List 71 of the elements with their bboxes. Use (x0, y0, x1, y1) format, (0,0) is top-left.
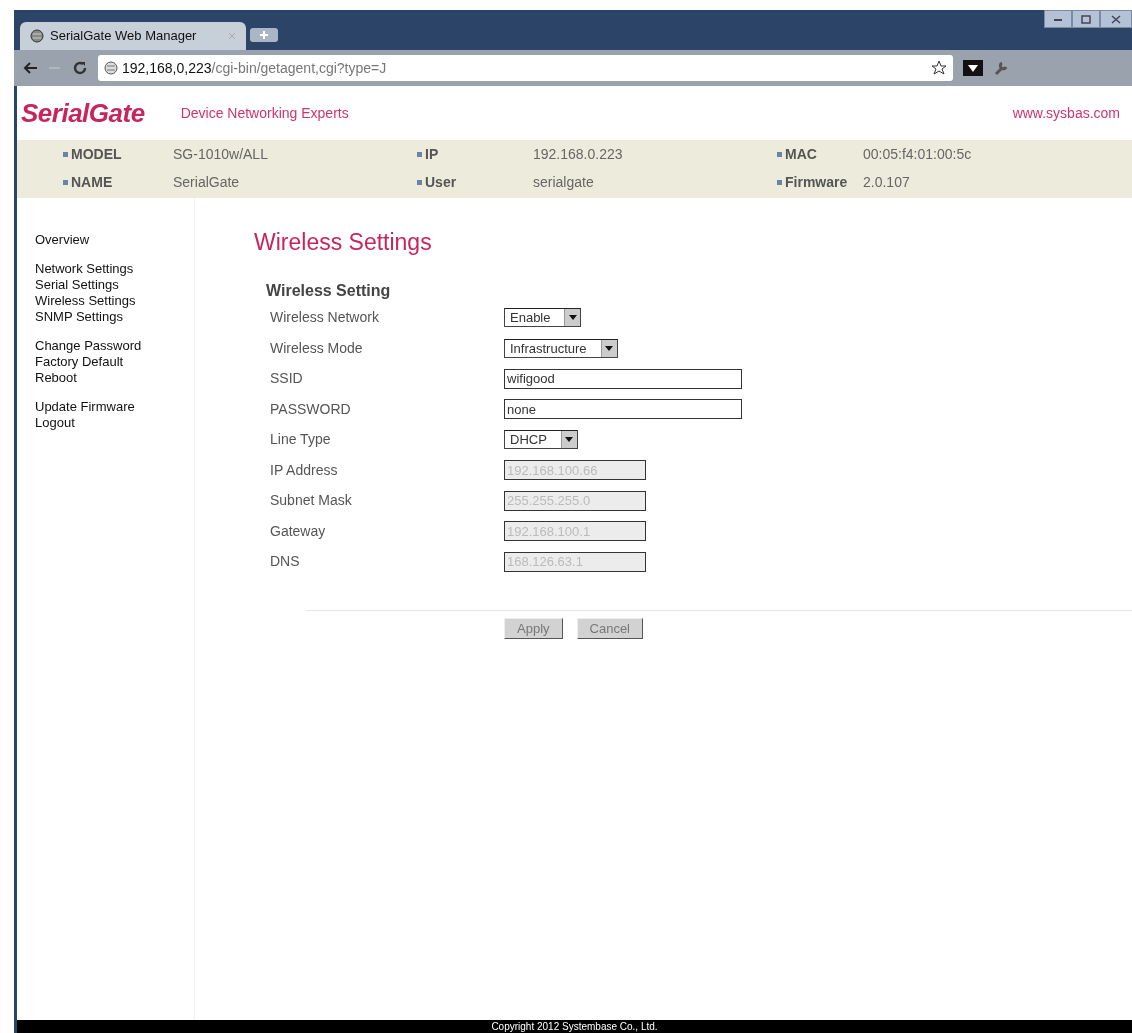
info-label: NAME (71, 172, 113, 192)
input-field[interactable]: none (504, 399, 742, 420)
globe-icon (30, 29, 44, 43)
close-icon (1111, 14, 1121, 24)
bullet-icon (417, 151, 422, 157)
sidebar-link[interactable]: Overview (35, 232, 194, 248)
star-icon[interactable] (931, 60, 947, 76)
tab-title: SerialGate Web Manager (50, 27, 197, 46)
field-label: SSID (270, 369, 304, 389)
info-value: SG-1010w/ALL (173, 144, 269, 164)
section-title: Wireless Setting (266, 280, 392, 301)
field-label: Wireless Mode (270, 338, 364, 358)
bullet-icon (417, 179, 422, 185)
sidebar-link[interactable]: Network Settings (35, 261, 194, 277)
info-label: MAC (785, 144, 817, 164)
sidebar-link[interactable]: Reboot (35, 370, 194, 386)
caret-icon (565, 437, 574, 443)
address-bar[interactable]: 192,168,0,223/cgi-bin/getagent,cgi?type=J (98, 55, 953, 81)
wrench-icon[interactable] (993, 60, 1009, 76)
dropdown[interactable]: Enable (504, 308, 582, 328)
info-value: SerialGate (173, 172, 241, 192)
input-field[interactable]: wifigood (504, 368, 742, 389)
field-label: Gateway (270, 521, 327, 541)
extension-icon[interactable] (963, 60, 983, 76)
maximize-button[interactable] (1072, 10, 1100, 28)
bullet-icon (777, 179, 782, 185)
site-link[interactable]: www.sysbas.com (1012, 102, 1120, 124)
minimize-icon (1053, 16, 1063, 22)
dropdown[interactable]: DHCP (504, 430, 578, 450)
back-icon[interactable] (22, 61, 38, 75)
url-host: 192,168,0,223 (122, 58, 212, 78)
sidebar-link[interactable]: Update Firmware (35, 399, 194, 415)
plus-icon (259, 30, 269, 40)
bullet-icon (63, 151, 68, 157)
field-label: Wireless Network (270, 308, 380, 328)
url-path: /cgi-bin/getagent,cgi?type=J (211, 58, 387, 78)
sidebar-link[interactable]: Serial Settings (35, 277, 194, 293)
close-button[interactable] (1100, 10, 1132, 28)
globe-icon (104, 61, 118, 75)
tagline: Device Networking Experts (180, 103, 349, 123)
info-value: serialgate (533, 172, 595, 192)
field-label: PASSWORD (270, 399, 352, 419)
info-value: 00:05:f4:01:00:5c (863, 144, 973, 164)
field-label: Line Type (270, 430, 332, 450)
new-tab-button[interactable] (250, 28, 278, 42)
page-title: Wireless Settings (254, 228, 433, 257)
caret-icon (605, 345, 614, 351)
field-label: DNS (270, 552, 301, 572)
info-label: MODEL (71, 144, 122, 164)
minimize-button[interactable] (1044, 10, 1072, 28)
info-value: 2.0.107 (863, 172, 911, 192)
sidebar-link[interactable]: SNMP Settings (35, 309, 194, 325)
dropdown[interactable]: Infrastructure (504, 338, 618, 358)
copyright-text: Copyright 2012 Systembase Co., Ltd. (491, 1021, 658, 1032)
field-label: IP Address (270, 460, 339, 480)
sidebar-link[interactable]: Logout (35, 415, 194, 431)
logo: SerialGate (21, 96, 145, 130)
info-label: IP (425, 144, 439, 164)
browser-tab[interactable]: SerialGate Web Manager (20, 22, 246, 50)
info-label: Firmware (785, 172, 848, 192)
bullet-icon (63, 179, 68, 185)
sidebar-link[interactable]: Factory Default (35, 354, 194, 370)
maximize-icon (1081, 14, 1091, 24)
sidebar-link[interactable]: Change Password (35, 338, 194, 354)
field-label: Subnet Mask (270, 491, 353, 511)
bullet-icon (777, 151, 782, 157)
info-label: User (425, 172, 457, 192)
reload-icon[interactable] (72, 60, 88, 76)
caret-icon (569, 315, 577, 321)
sidebar-link[interactable]: Wireless Settings (35, 293, 194, 309)
info-value: 192.168.0.223 (533, 144, 624, 164)
